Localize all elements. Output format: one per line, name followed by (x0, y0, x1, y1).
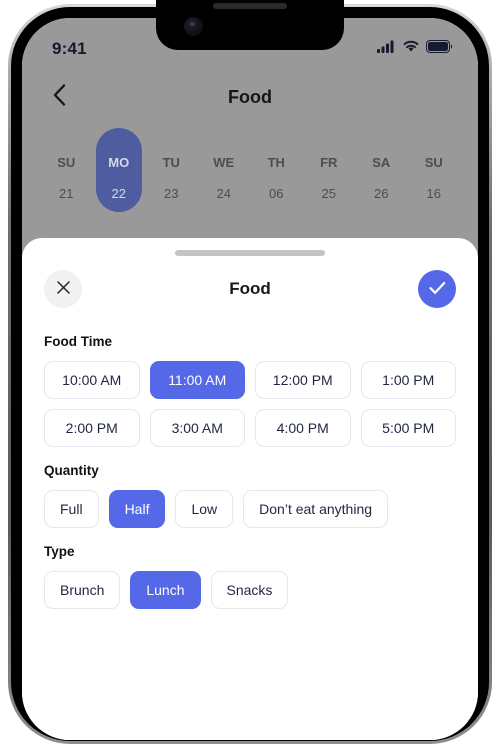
option-chip-lunch[interactable]: Lunch (130, 571, 201, 609)
option-chip-low[interactable]: Low (175, 490, 234, 528)
sections-container: Food Time 10:00 AM 11:00 AM 12:00 PM 1:00 PM… (44, 334, 456, 609)
chip-row: 10:00 AM 11:00 AM 12:00 PM 1:00 PM (44, 361, 456, 399)
day-cell-sa-26[interactable]: SA 26 (355, 128, 408, 228)
page-title: Food (228, 86, 272, 107)
wifi-icon (402, 40, 420, 58)
option-chip-full[interactable]: Full (44, 490, 99, 528)
day-cell-fr-25[interactable]: FR 25 (303, 128, 356, 228)
sheet-drag-handle[interactable] (175, 250, 325, 256)
status-icons (377, 40, 453, 58)
phone-screen: 9:41 Food SU 21 MO 22 TU 23 WE 24 TH 06 … (22, 18, 478, 740)
day-number-label: 26 (374, 186, 389, 201)
option-chip-1-00-pm[interactable]: 1:00 PM (360, 361, 456, 399)
section-food-time: Food Time 10:00 AM 11:00 AM 12:00 PM 1:00 PM… (44, 334, 456, 447)
day-of-week-label: WE (213, 155, 235, 170)
sheet-header: Food (44, 260, 456, 318)
option-chip-2-00-pm[interactable]: 2:00 PM (44, 409, 140, 447)
option-chip-10-00-am[interactable]: 10:00 AM (44, 361, 140, 399)
day-number-label: 25 (321, 186, 336, 201)
bottom-sheet: Food Food Time 10:00 AM 11:00 AM 12:00 PM 1:… (22, 238, 478, 740)
option-chip-11-00-am[interactable]: 11:00 AM (149, 361, 245, 399)
day-of-week-label: SU (57, 155, 76, 170)
option-chip-don-t-eat-anything[interactable]: Don’t eat anything (243, 490, 389, 528)
day-of-week-label: TH (267, 155, 285, 170)
option-chip-5-00-pm[interactable]: 5:00 PM (360, 409, 456, 447)
speaker-grille-icon (213, 3, 287, 9)
cellular-signal-icon (377, 40, 396, 58)
day-of-week-label: MO (108, 155, 130, 170)
section-label: Quantity (44, 463, 99, 478)
chip-row: Full Half Low Don’t eat anything (44, 490, 456, 528)
day-number-label: 16 (426, 186, 441, 201)
option-chip-half[interactable]: Half (108, 490, 166, 528)
front-camera-icon (184, 17, 203, 36)
option-chip-snacks[interactable]: Snacks (210, 571, 289, 609)
section-quantity: Quantity Full Half Low Don’t eat anything (44, 463, 456, 528)
day-cell-su-16[interactable]: SU 16 (408, 128, 461, 228)
sheet-title: Food (229, 279, 271, 298)
close-icon (56, 281, 70, 297)
section-type: Type Brunch Lunch Snacks (44, 544, 456, 609)
chip-row: Brunch Lunch Snacks (44, 571, 456, 609)
day-cell-th-06[interactable]: TH 06 (250, 128, 303, 228)
chevron-left-icon (53, 83, 66, 111)
day-number-label: 24 (216, 186, 231, 201)
day-cell-mo-22[interactable]: MO 22 (93, 128, 146, 228)
day-number-label: 21 (59, 186, 74, 201)
section-label: Food Time (44, 334, 113, 349)
day-of-week-label: FR (320, 155, 338, 170)
week-strip: SU 21 MO 22 TU 23 WE 24 TH 06 FR 25 SA 26 SU 16 (22, 128, 478, 228)
day-number-label: 23 (164, 186, 179, 201)
day-number-label: 06 (269, 186, 284, 201)
day-of-week-label: TU (162, 155, 180, 170)
day-of-week-label: SA (372, 155, 391, 170)
day-cell-tu-23[interactable]: TU 23 (145, 128, 198, 228)
back-button[interactable] (44, 82, 74, 112)
option-chip-12-00-pm[interactable]: 12:00 PM (255, 361, 351, 399)
option-chip-4-00-pm[interactable]: 4:00 PM (255, 409, 351, 447)
nav-bar: Food (22, 74, 478, 120)
check-icon (428, 281, 446, 298)
option-chip-3-00-am[interactable]: 3:00 AM (149, 409, 245, 447)
notch (156, 0, 344, 50)
section-label: Type (44, 544, 75, 559)
day-number-label: 22 (111, 186, 126, 201)
option-chip-brunch[interactable]: Brunch (44, 571, 121, 609)
day-cell-su-21[interactable]: SU 21 (40, 128, 93, 228)
chip-row: 2:00 PM 3:00 AM 4:00 PM 5:00 PM (44, 409, 456, 447)
status-time: 9:41 (52, 39, 87, 58)
day-of-week-label: SU (424, 155, 443, 170)
battery-icon (426, 40, 453, 58)
confirm-button[interactable] (418, 270, 456, 308)
close-button[interactable] (44, 270, 82, 308)
day-cell-we-24[interactable]: WE 24 (198, 128, 251, 228)
